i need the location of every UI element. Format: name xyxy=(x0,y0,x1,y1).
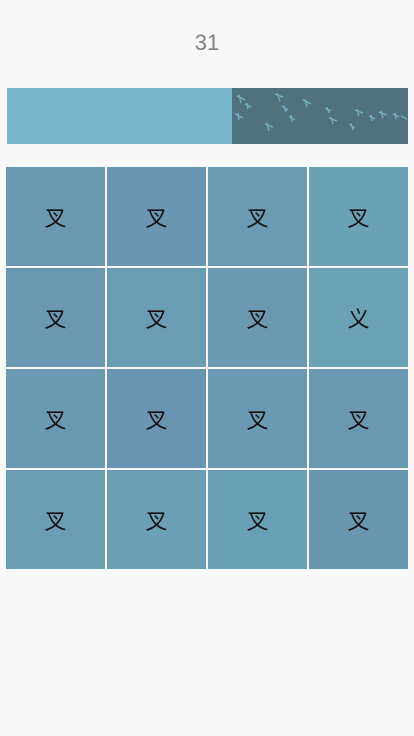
grid-tile[interactable]: 叉 xyxy=(6,268,105,367)
grid-tile[interactable]: 叉 xyxy=(107,167,206,266)
grid-tile[interactable]: 叉 xyxy=(309,369,408,468)
grid-tile[interactable]: 义 xyxy=(309,268,408,367)
grid-tile[interactable]: 叉 xyxy=(208,369,307,468)
grid-tile[interactable]: 叉 xyxy=(107,268,206,367)
grid-tile[interactable]: 叉 xyxy=(107,369,206,468)
grid-tile[interactable]: 叉 xyxy=(309,470,408,569)
timer-bar xyxy=(7,88,408,144)
grid-tile[interactable]: 叉 xyxy=(309,167,408,266)
tile-grid: 叉叉叉叉叉叉叉义叉叉叉叉叉叉叉叉 xyxy=(6,167,408,569)
grid-tile[interactable]: 叉 xyxy=(208,470,307,569)
score-display: 31 xyxy=(194,30,220,55)
timer-decoration xyxy=(234,92,408,132)
grid-tile[interactable]: 叉 xyxy=(6,167,105,266)
grid-tile[interactable]: 叉 xyxy=(6,369,105,468)
grid-tile[interactable]: 叉 xyxy=(6,470,105,569)
grid-tile[interactable]: 叉 xyxy=(208,167,307,266)
grid-tile[interactable]: 叉 xyxy=(208,268,307,367)
grid-tile[interactable]: 叉 xyxy=(107,470,206,569)
